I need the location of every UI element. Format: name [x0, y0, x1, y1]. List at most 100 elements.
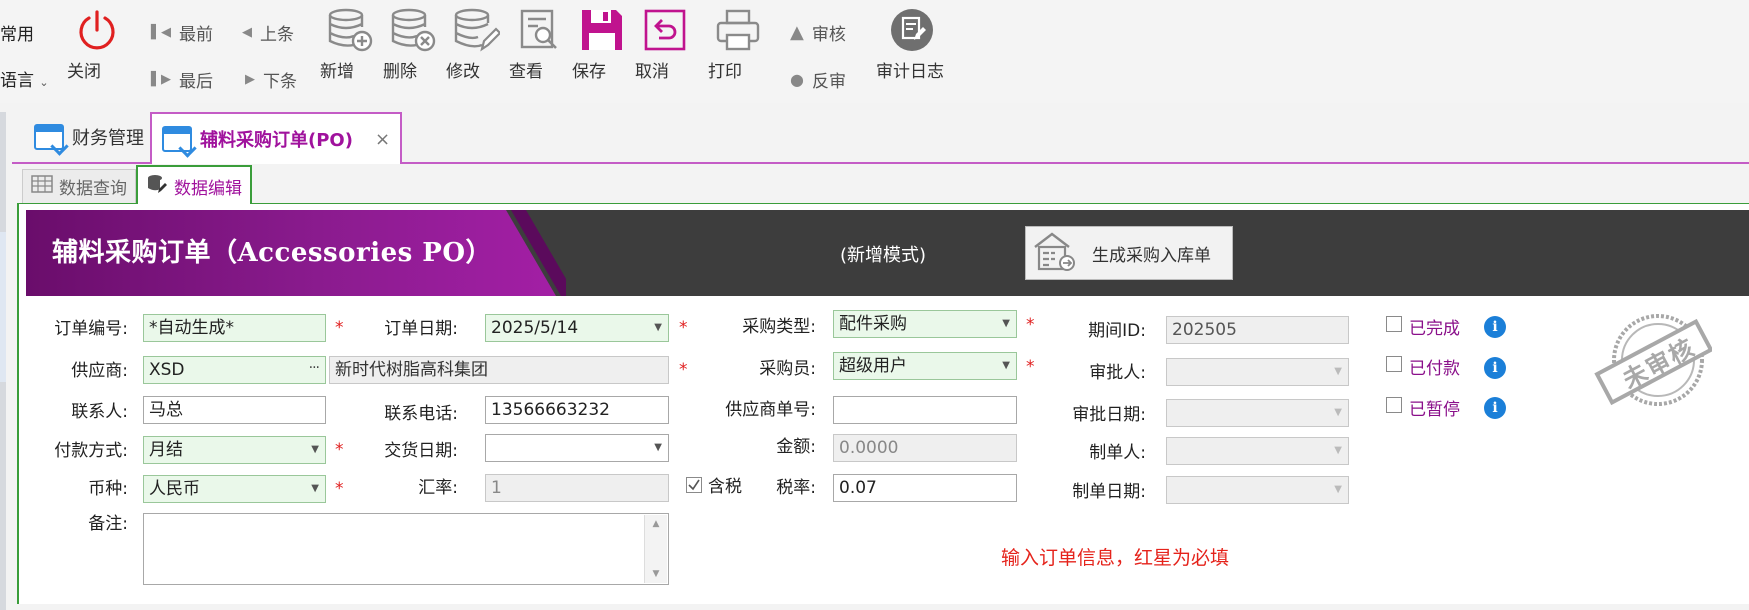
paid-checkbox[interactable] [1386, 356, 1402, 372]
dropdown-arrow-icon: ▼ [1334, 407, 1342, 418]
notes-textarea[interactable]: ▲ ▼ [143, 513, 669, 585]
previous-record-button[interactable]: ◀ 上条 [242, 20, 294, 45]
ellipsis-icon[interactable]: ··· [309, 357, 320, 381]
print-button[interactable]: 打印 [708, 6, 768, 82]
phone-label: 联系电话: [384, 404, 458, 424]
approver-label: 审批人: [1089, 363, 1146, 383]
dropdown-arrow-icon: ▼ [1334, 484, 1342, 495]
approve-button[interactable]: ▲ 审核 [790, 20, 846, 45]
tab-label: 财务管理 [72, 128, 144, 149]
language-label: 语言 [0, 71, 34, 91]
tab-finance[interactable]: 财务管理 [24, 112, 154, 162]
close-icon[interactable]: × [375, 129, 390, 150]
period-id-field[interactable]: 202505 [1166, 316, 1349, 344]
dropdown-arrow-icon: ▼ [311, 483, 319, 494]
view-button[interactable]: 查看 [509, 6, 569, 82]
close-button[interactable]: 关闭 [67, 6, 127, 82]
delete-button[interactable]: 删除 [383, 6, 443, 82]
currency-select[interactable]: 人民币 ▼ [143, 475, 326, 503]
add-label: 新增 [320, 62, 354, 82]
delivery-date-label: 交货日期: [384, 441, 458, 461]
amount-field[interactable]: 0.0000 [833, 434, 1017, 462]
required-mark: * [335, 318, 344, 338]
info-icon[interactable]: i [1484, 397, 1506, 419]
tab-accessories-po[interactable]: 辅料采购订单(PO) × [150, 112, 403, 164]
creator-label: 制单人: [1089, 443, 1146, 463]
audit-log-label: 审计日志 [876, 62, 944, 82]
subtab-label: 数据编辑 [174, 178, 242, 199]
creator-select[interactable]: ▼ [1166, 437, 1349, 465]
order-no-field[interactable]: *自动生成* [143, 314, 326, 342]
delete-label: 删除 [383, 62, 417, 82]
tax-rate-value: 0.07 [839, 478, 877, 498]
add-button[interactable]: 新增 [320, 6, 380, 82]
scroll-up-icon[interactable]: ▲ [645, 519, 667, 529]
approver-select[interactable]: ▼ [1166, 358, 1349, 386]
paused-label: 已暂停 [1409, 400, 1460, 420]
order-date-picker[interactable]: 2025/5/14 ▼ [485, 314, 669, 342]
info-icon[interactable]: i [1484, 357, 1506, 379]
unapproved-stamp: 未审核 [1594, 310, 1712, 410]
delivery-date-picker[interactable]: ▼ [485, 434, 669, 462]
approve-date-label: 审批日期: [1072, 405, 1146, 425]
generate-receipt-button[interactable]: 生成采购入库单 [1025, 226, 1233, 280]
sub-tab-bar: 数据查询 数据编辑 [17, 165, 1749, 205]
phone-field[interactable]: 13566663232 [485, 396, 669, 424]
required-mark: * [1026, 315, 1035, 335]
supplier-no-label: 供应商单号: [725, 400, 816, 420]
audit-log-button[interactable]: 审计日志 [876, 6, 948, 82]
unapprove-button[interactable]: ● 反审 [790, 67, 846, 92]
last-record-button[interactable]: ▌▶ 最后 [151, 67, 213, 92]
required-mark: * [679, 360, 688, 380]
chevron-down-icon: ⌄ [39, 76, 49, 89]
scroll-down-icon[interactable]: ▼ [645, 569, 667, 579]
supplier-name-field: 新时代树脂高科集团 [329, 356, 669, 384]
tab-data-edit[interactable]: 数据编辑 [136, 165, 252, 205]
tab-data-query[interactable]: 数据查询 [22, 169, 136, 203]
database-add-icon [320, 6, 380, 54]
tab-label: 辅料采购订单(PO) [200, 130, 353, 151]
skip-last-icon: ▌▶ [151, 72, 171, 87]
exchange-rate-label: 汇率: [418, 478, 458, 498]
last-label: 最后 [179, 72, 213, 92]
supplier-no-field[interactable] [833, 396, 1017, 424]
database-delete-icon [383, 6, 443, 54]
common-menu[interactable]: 常用 [0, 20, 34, 45]
dropdown-arrow-icon: ▼ [1002, 318, 1010, 329]
payment-select[interactable]: 月结 ▼ [143, 436, 326, 464]
tax-included-checkbox[interactable] [686, 477, 702, 493]
triangle-right-icon: ▶ [245, 72, 255, 87]
order-date-label: 订单日期: [384, 319, 458, 339]
floppy-disk-icon [572, 6, 632, 54]
audit-log-icon [876, 6, 948, 54]
order-no-label: 订单编号: [54, 319, 128, 339]
view-label: 查看 [509, 62, 543, 82]
power-icon [67, 6, 127, 54]
paused-checkbox[interactable] [1386, 397, 1402, 413]
create-date-picker[interactable]: ▼ [1166, 476, 1349, 504]
completed-checkbox[interactable] [1386, 316, 1402, 332]
payment-label: 付款方式: [54, 441, 128, 461]
language-menu[interactable]: 语言 ⌄ [0, 66, 49, 91]
next-record-button[interactable]: ▶ 下条 [245, 67, 297, 92]
tax-rate-label: 税率: [776, 478, 816, 498]
tax-rate-field[interactable]: 0.07 [833, 474, 1017, 502]
exchange-rate-field[interactable]: 1 [485, 474, 669, 502]
purchase-type-select[interactable]: 配件采购 ▼ [833, 310, 1017, 338]
scrollbar[interactable]: ▲ ▼ [644, 515, 667, 583]
buyer-select[interactable]: 超级用户 ▼ [833, 352, 1017, 380]
tab-bar: 财务管理 辅料采购订单(PO) × [12, 112, 1749, 164]
close-label: 关闭 [67, 62, 101, 82]
approve-date-picker[interactable]: ▼ [1166, 399, 1349, 427]
contact-field[interactable]: 马总 [143, 396, 326, 424]
first-record-button[interactable]: ▌◀ 最前 [151, 20, 213, 45]
info-icon[interactable]: i [1484, 316, 1506, 338]
required-mark: * [335, 440, 344, 460]
grid-icon [31, 175, 53, 198]
amount-value: 0.0000 [839, 438, 899, 458]
cancel-button[interactable]: 取消 [635, 6, 695, 82]
supplier-code-field[interactable]: XSD ··· [143, 356, 326, 384]
supplier-code-value: XSD [149, 360, 185, 380]
edit-button[interactable]: 修改 [446, 6, 506, 82]
save-button[interactable]: 保存 [572, 6, 632, 82]
